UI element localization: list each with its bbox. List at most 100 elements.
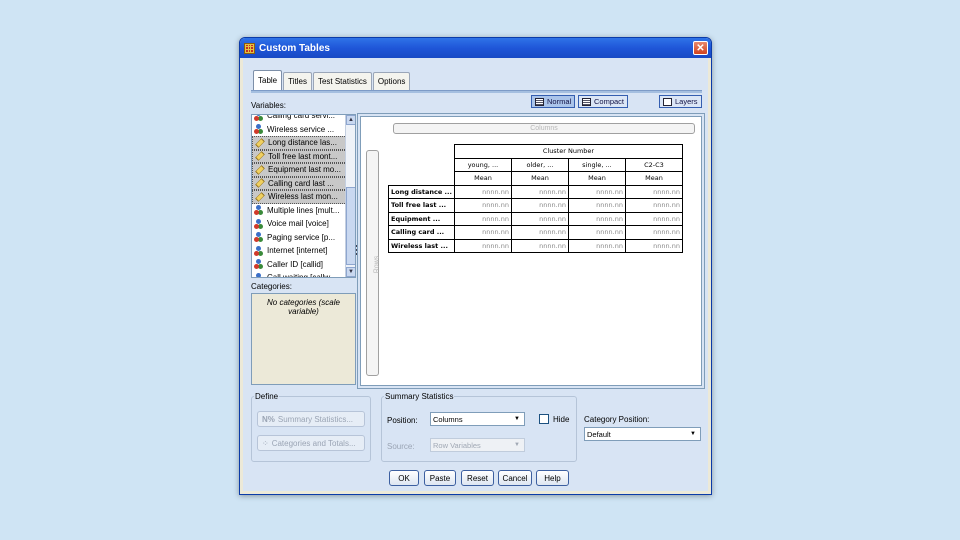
variable-item[interactable]: Voice mail [voice] — [252, 217, 355, 231]
title-bar: Custom Tables ✕ — [240, 38, 711, 58]
summary-statistics-button[interactable]: N% Summary Statistics... — [257, 411, 365, 427]
variable-label: Calling card servi... — [267, 114, 336, 121]
nominal-icon — [254, 245, 264, 256]
table-cell: nnnn.nn — [453, 238, 512, 253]
reset-button[interactable]: Reset — [461, 470, 494, 486]
hide-checkbox[interactable] — [539, 414, 549, 424]
position-select[interactable]: Columns ▼ — [430, 412, 525, 426]
compact-view-icon — [582, 97, 591, 106]
table-cell: nnnn.nn — [624, 184, 683, 199]
categories-totals-icon: ⁘ — [262, 438, 269, 448]
variable-label: Call waiting [callw... — [267, 273, 337, 278]
variable-label: Caller ID [callid] — [267, 259, 324, 269]
table-cell: nnnn.nn — [567, 198, 626, 213]
variable-label: Calling card last ... — [268, 178, 334, 188]
variables-scrollbar[interactable]: ▲ ▼ — [345, 115, 355, 277]
chevron-down-icon: ▼ — [514, 416, 520, 422]
table-preview: Cluster Number young, ... older, ... single… — [388, 144, 683, 253]
tab-test-statistics[interactable]: Test Statistics — [312, 72, 372, 90]
hide-label: Hide — [553, 415, 570, 424]
tab-table[interactable]: Table — [253, 70, 283, 90]
splitter-grip[interactable] — [356, 243, 359, 261]
normal-view-icon — [535, 97, 544, 106]
table-row: Equipment ... nnnn.nn nnnn.nn nnnn.nn nnnn.n… — [388, 211, 683, 226]
nominal-icon — [254, 232, 264, 243]
layers-button[interactable]: Layers — [659, 95, 702, 108]
table-cell: nnnn.nn — [453, 225, 512, 240]
variable-item[interactable]: Long distance las... — [252, 136, 355, 150]
column-header: C2-C3 — [624, 157, 683, 172]
table-header-row: Mean Mean Mean Mean — [388, 171, 683, 186]
stat-header: Mean — [567, 171, 626, 186]
layers-icon — [663, 97, 672, 106]
corner-cell — [388, 158, 455, 172]
row-label: Equipment ... — [388, 211, 455, 226]
variable-item[interactable]: Calling card last ... — [252, 176, 355, 190]
table-cell: nnnn.nn — [567, 211, 626, 226]
close-icon: ✕ — [696, 42, 705, 54]
scroll-up-icon[interactable]: ▲ — [346, 115, 355, 125]
chevron-down-icon: ▼ — [690, 431, 696, 437]
dialog-client: Table Titles Test Statistics Options Var… — [243, 58, 708, 491]
column-header: single, ... — [567, 157, 626, 172]
custom-tables-dialog: Custom Tables ✕ Table Titles Test Statis… — [239, 37, 712, 495]
tab-titles[interactable]: Titles — [283, 72, 312, 90]
table-row: Long distance ... nnnn.nn nnnn.nn nnnn.nn nn… — [388, 184, 683, 199]
variable-item[interactable]: Paging service [p... — [252, 231, 355, 245]
table-cell: nnnn.nn — [510, 211, 569, 226]
columns-drop-zone[interactable]: Columns — [393, 123, 695, 134]
table-cell: nnnn.nn — [567, 238, 626, 253]
categories-and-totals-button[interactable]: ⁘ Categories and Totals... — [257, 435, 365, 451]
position-label: Position: — [387, 416, 418, 425]
categories-box: No categories (scale variable) — [251, 293, 356, 385]
variable-item[interactable]: Toll free last mont... — [252, 149, 355, 163]
categories-label: Categories: — [251, 282, 292, 291]
categories-note: No categories (scale variable) — [267, 298, 340, 316]
row-label: Toll free last ... — [388, 198, 455, 213]
table-app-icon — [244, 42, 255, 54]
compact-view-button[interactable]: Compact — [578, 95, 629, 108]
column-header: young, ... — [453, 157, 512, 172]
variable-item[interactable]: Wireless last mon... — [252, 190, 355, 204]
stat-header: Mean — [453, 171, 512, 186]
category-position-label: Category Position: — [584, 415, 650, 424]
define-legend: Define — [255, 392, 279, 401]
variables-list[interactable]: Calling card servi... Wireless service ..… — [251, 114, 356, 278]
nominal-icon — [254, 205, 264, 216]
table-cell: nnnn.nn — [510, 198, 569, 213]
table-header-row: young, ... older, ... single, ... C2-C3 — [388, 157, 683, 172]
variable-item[interactable]: Equipment last mo... — [252, 163, 355, 177]
paste-button[interactable]: Paste — [424, 470, 456, 486]
window-title: Custom Tables — [259, 42, 330, 54]
variable-label: Wireless service ... — [267, 124, 335, 134]
nominal-icon — [254, 259, 264, 270]
normal-view-button[interactable]: Normal — [531, 95, 576, 108]
variable-item[interactable]: Calling card servi... — [252, 114, 355, 123]
variable-label: Equipment last mo... — [268, 165, 341, 175]
stat-header: Mean — [624, 171, 683, 186]
table-canvas[interactable]: Columns Rows Cluster Number young, ... old… — [357, 113, 705, 389]
help-button[interactable]: Help — [536, 470, 569, 486]
variable-item[interactable]: Wireless service ... — [252, 123, 355, 137]
table-cell: nnnn.nn — [567, 184, 626, 199]
table-row: Calling card ... nnnn.nn nnnn.nn nnnn.nn nnn… — [388, 225, 683, 240]
variable-item[interactable]: Call waiting [callw... — [252, 271, 355, 278]
source-select[interactable]: Row Variables ▼ — [430, 438, 525, 452]
variable-label: Long distance las... — [268, 138, 337, 148]
scroll-down-icon[interactable]: ▼ — [346, 267, 355, 277]
stat-header: Mean — [510, 171, 569, 186]
table-cell: nnnn.nn — [624, 198, 683, 213]
table-cell: nnnn.nn — [624, 225, 683, 240]
tab-options[interactable]: Options — [372, 72, 411, 90]
ok-button[interactable]: OK — [389, 470, 419, 486]
close-button[interactable]: ✕ — [693, 41, 708, 55]
scroll-thumb[interactable] — [346, 187, 355, 265]
define-group: Define — [251, 392, 371, 462]
category-position-select[interactable]: Default ▼ — [584, 427, 701, 441]
variable-item[interactable]: Internet [internet] — [252, 244, 355, 258]
cancel-button[interactable]: Cancel — [498, 470, 532, 486]
variable-item[interactable]: Multiple lines [mult... — [252, 204, 355, 218]
variable-item[interactable]: Caller ID [callid] — [252, 258, 355, 272]
table-cell: nnnn.nn — [624, 238, 683, 253]
rows-drop-zone[interactable]: Rows — [366, 150, 380, 376]
